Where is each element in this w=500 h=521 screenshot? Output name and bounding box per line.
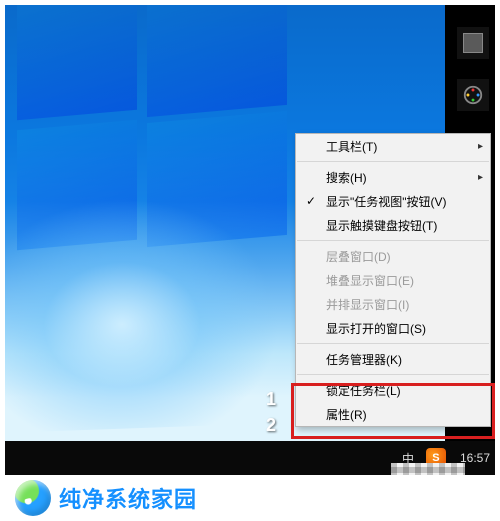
tray-app-icon[interactable] xyxy=(457,27,489,59)
watermark-logo-icon xyxy=(15,480,51,516)
taskbar-context-menu: 工具栏(T) 搜索(H) 显示"任务视图"按钮(V) 显示触摸键盘按钮(T) 层… xyxy=(295,133,491,427)
menu-cascade-windows[interactable]: 层叠窗口(D) xyxy=(296,244,490,268)
menu-separator xyxy=(297,374,489,375)
menu-show-open-windows[interactable]: 显示打开的窗口(S) xyxy=(296,316,490,340)
menu-search[interactable]: 搜索(H) xyxy=(296,165,490,189)
menu-properties[interactable]: 属性(R) xyxy=(296,402,490,426)
tray-color-icon[interactable] xyxy=(457,79,489,111)
menu-item-label: 显示打开的窗口(S) xyxy=(326,320,426,337)
menu-item-label: 堆叠显示窗口(E) xyxy=(326,272,414,289)
menu-item-label: 工具栏(T) xyxy=(326,138,377,155)
menu-separator xyxy=(297,161,489,162)
menu-show-touch-keyboard[interactable]: 显示触摸键盘按钮(T) xyxy=(296,213,490,237)
watermark-text: 纯净系统家园 xyxy=(59,482,197,514)
menu-item-label: 显示触摸键盘按钮(T) xyxy=(326,217,437,234)
menu-task-manager[interactable]: 任务管理器(K) xyxy=(296,347,490,371)
menu-item-label: 显示"任务视图"按钮(V) xyxy=(326,193,447,210)
menu-side-by-side[interactable]: 并排显示窗口(I) xyxy=(296,292,490,316)
annotation-number-2: 2 xyxy=(266,415,276,436)
menu-toolbars[interactable]: 工具栏(T) xyxy=(296,134,490,158)
watermark-footer: 纯净系统家园 xyxy=(5,475,495,516)
menu-item-label: 属性(R) xyxy=(326,406,367,423)
menu-item-label: 并排显示窗口(I) xyxy=(326,296,409,313)
menu-show-taskview[interactable]: 显示"任务视图"按钮(V) xyxy=(296,189,490,213)
menu-item-label: 搜索(H) xyxy=(326,169,367,186)
menu-stack-windows[interactable]: 堆叠显示窗口(E) xyxy=(296,268,490,292)
menu-separator xyxy=(297,343,489,344)
menu-separator xyxy=(297,240,489,241)
menu-item-label: 层叠窗口(D) xyxy=(326,248,391,265)
annotation-number-1: 1 xyxy=(266,389,276,410)
menu-item-label: 锁定任务栏(L) xyxy=(326,382,401,399)
menu-lock-taskbar[interactable]: 锁定任务栏(L) xyxy=(296,378,490,402)
menu-item-label: 任务管理器(K) xyxy=(326,351,402,368)
